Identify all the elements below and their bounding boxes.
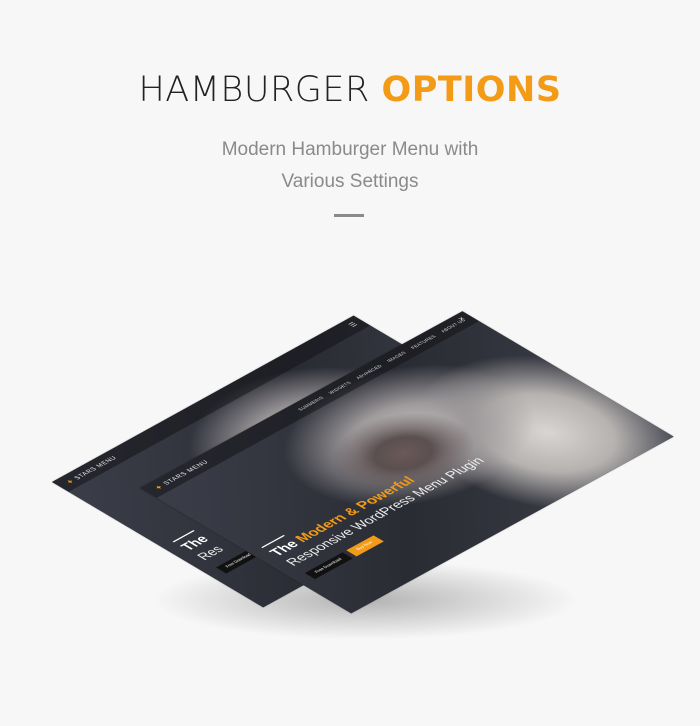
heading-text: HAMBURGER — [138, 70, 382, 110]
section-heading: HAMBURGER OPTIONS — [0, 70, 700, 110]
menu-item[interactable]: IMAGES — [386, 351, 408, 363]
heading-accent-text: OPTIONS — [381, 70, 562, 110]
subtitle-line-1: Modern Hamburger Menu with — [221, 139, 479, 160]
section-subtitle: Modern Hamburger Menu with Various Setti… — [0, 134, 700, 198]
heading-divider — [334, 214, 364, 217]
subtitle-line-2: Various Settings — [281, 171, 419, 192]
hamburger-icon[interactable]: ☰ — [346, 321, 361, 329]
